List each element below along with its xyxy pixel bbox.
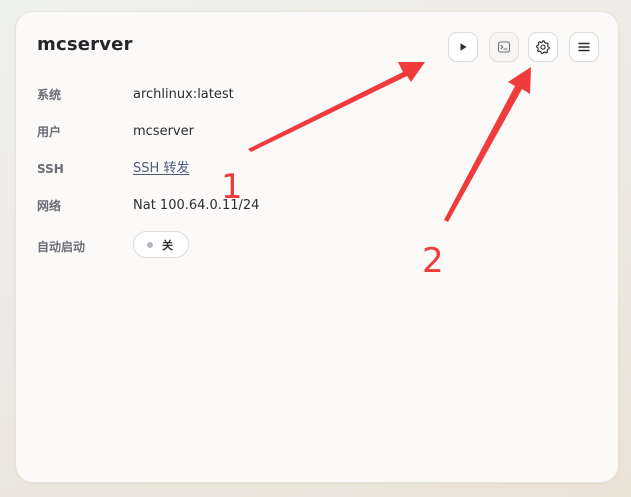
user-label: 用户 <box>37 125 62 139</box>
console-button[interactable] <box>489 32 519 62</box>
server-toolbar <box>16 32 618 64</box>
hamburger-menu-icon <box>578 42 590 52</box>
user-value: mcserver <box>133 124 194 139</box>
system-label: 系统 <box>37 88 62 102</box>
toggle-off-indicator <box>147 241 153 248</box>
server-card: mcserver 系统 archlinux:latest 用户 mcserver… <box>15 11 619 483</box>
system-value: archlinux:latest <box>133 87 234 102</box>
autostart-toggle[interactable]: 关 <box>133 231 189 258</box>
settings-button[interactable] <box>528 32 558 62</box>
system-row: 系统 archlinux:latest <box>37 85 597 105</box>
start-button[interactable] <box>448 32 478 62</box>
play-icon <box>460 43 467 51</box>
network-row: 网络 Nat 100.64.0.11/24 <box>37 196 597 216</box>
annotation-label-2: 2 <box>422 241 444 281</box>
annotation-label-1: 1 <box>221 167 243 207</box>
network-label: 网络 <box>37 199 62 213</box>
ssh-forward-link[interactable]: SSH 转发 <box>133 159 189 179</box>
autostart-row: 自动启动 关 <box>37 231 597 258</box>
ssh-label: SSH <box>37 162 64 176</box>
terminal-icon <box>497 41 511 53</box>
autostart-label: 自动启动 <box>37 240 86 254</box>
ssh-row: SSH SSH 转发 <box>37 159 597 179</box>
gear-icon <box>536 40 550 55</box>
autostart-toggle-label: 关 <box>162 238 173 252</box>
menu-button[interactable] <box>569 32 599 62</box>
user-row: 用户 mcserver <box>37 122 597 142</box>
